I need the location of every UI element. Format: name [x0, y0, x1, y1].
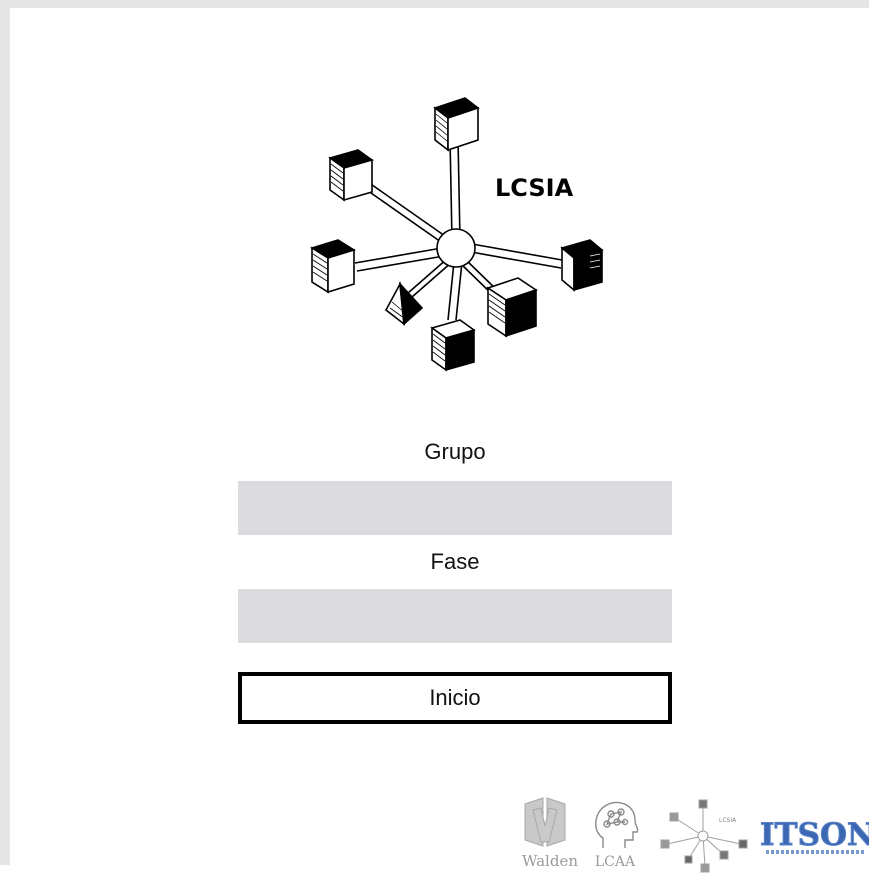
logo-hub	[436, 228, 476, 268]
lcaa-logo: LCAA	[585, 796, 645, 873]
footer-logos: Walden LCAA LCSIA ITSON	[515, 796, 869, 873]
fase-input[interactable]	[238, 589, 672, 643]
logo-title: LCSIA	[495, 174, 574, 202]
lcsia-small-logo: LCSIA	[657, 796, 757, 873]
logo-cube-upper-left	[328, 149, 374, 202]
logo-cube-bottom	[430, 319, 476, 372]
itson-underline	[766, 850, 866, 854]
walden-mark-icon	[524, 797, 566, 847]
brain-head-icon	[595, 801, 639, 848]
lcsia-small-mark-icon: LCSIA	[660, 799, 748, 873]
grupo-label: Grupo	[424, 439, 486, 464]
logo-cube-right	[560, 239, 604, 292]
fase-label: Fase	[430, 549, 480, 574]
lcsia-logo: LCSIA	[310, 97, 604, 372]
itson-label: ITSON	[760, 817, 869, 853]
grupo-input[interactable]	[238, 481, 672, 535]
logo-cube-top	[433, 97, 480, 152]
lcsia-small-label: LCSIA	[719, 817, 737, 824]
logo-cube-left	[310, 239, 356, 294]
logo-pyramid	[384, 281, 424, 326]
itson-logo: ITSON	[760, 818, 869, 858]
walden-label: Walden	[522, 852, 578, 870]
inicio-button[interactable]: Inicio	[238, 672, 672, 724]
logo-cube-lower-right	[486, 277, 538, 338]
page-frame: LCSIA Grupo Fase Inicio Walden LCAA LCSI…	[0, 0, 869, 873]
walden-logo: Walden	[515, 796, 585, 873]
lcaa-label: LCAA	[594, 854, 636, 870]
